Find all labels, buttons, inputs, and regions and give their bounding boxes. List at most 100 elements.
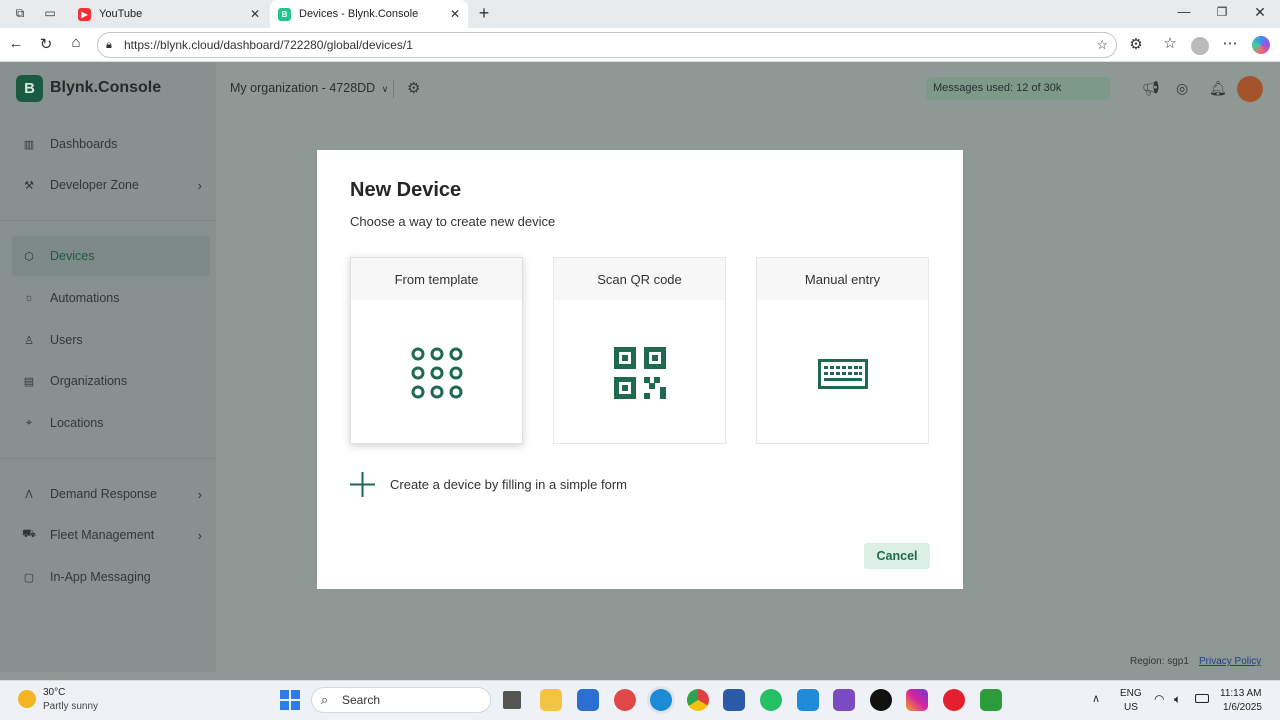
megaphone-icon[interactable]: 📢︎ [1142,80,1160,97]
truck-icon: ⛟ [22,528,36,540]
refresh-icon[interactable]: ↻ [36,35,56,53]
cancel-button[interactable]: Cancel [864,543,930,569]
tab-devices[interactable]: B Devices - Blynk.Console ✕ [270,0,468,28]
new-tab-icon[interactable]: + [474,3,494,24]
profile-avatar[interactable] [1191,37,1209,55]
sidebar-item-label: Fleet Management [50,528,155,542]
organization-selector[interactable]: My organization - 4728DD ∨ [230,81,388,95]
option-from-template[interactable]: From template [350,257,523,444]
extensions-icon[interactable]: ⚙ [1126,35,1146,53]
volume-icon[interactable]: 🔈︎ [1174,692,1181,707]
user-avatar[interactable] [1237,76,1263,102]
sidebar-item-label: Dashboards [50,137,118,151]
template-grid-icon [411,347,463,399]
favorite-star-icon[interactable]: ☆ [1096,33,1108,57]
bell-icon[interactable]: 🔔︎ [1209,80,1227,97]
instagram-icon[interactable] [906,689,928,711]
create-by-form-link[interactable]: Create a device by filling in a simple f… [349,471,649,497]
copilot-icon[interactable] [1252,36,1270,54]
sidebar-item-organizations[interactable]: ▤ Organizations [22,371,202,391]
file-explorer-icon[interactable] [540,689,562,711]
battery-icon[interactable] [1195,694,1209,703]
brand-name: Blynk.Console [50,79,162,96]
address-bar[interactable]: 🔒︎ https://blynk.cloud/dashboard/722280/… [97,32,1117,58]
sidebar-item-users[interactable]: ♙ Users [22,330,202,350]
close-window-icon[interactable]: ✕ [1250,4,1270,21]
sidebar-item-label: Devices [50,249,95,263]
chevron-right-icon: › [197,177,202,193]
sidebar-item-demand-response[interactable]: ᐱ Demand Response › [22,484,202,504]
close-tab-icon[interactable]: ✕ [250,7,260,21]
chrome-icon[interactable] [687,689,709,711]
privacy-policy-link[interactable]: Privacy Policy [1199,656,1261,667]
language-secondary: US [1124,702,1138,713]
weather-sun-icon[interactable] [18,690,36,708]
windows-start-icon[interactable] [280,690,300,710]
option-scan-qr-code[interactable]: Scan QR code [553,257,726,444]
whatsapp-icon[interactable] [760,689,782,711]
sidebar-item-developer-zone[interactable]: ⚒ Developer Zone › [22,175,202,195]
sidebar-item-automations[interactable]: ☼ Automations [22,288,202,308]
chart-icon: ▥ [23,138,35,151]
create-by-form-text: Create a device by filling in a simple f… [390,476,627,492]
url-text: https://blynk.cloud/dashboard/722280/glo… [124,38,413,52]
sidebar-divider [0,458,216,459]
organization-name: My organization - 4728DD [230,81,376,95]
blynk-logo: B [16,75,43,102]
sidebar-item-dashboards[interactable]: ▥ Dashboards [22,134,202,154]
sidebar-item-in-app-messaging[interactable]: ▢ In-App Messaging [22,567,202,587]
store-icon[interactable] [577,689,599,711]
weather-temp: 30°C [43,687,66,698]
sidebar-item-label: Users [50,333,83,347]
xbox-icon[interactable] [980,689,1002,711]
messages-usage-text: Messages used: 12 of 30k [933,82,1062,94]
app-icon[interactable] [614,689,636,711]
option-label: From template [351,258,522,300]
search-icon: ⌕ [321,692,329,707]
plus-icon [350,471,375,497]
tab-actions-icon[interactable]: ▭ [40,6,60,20]
chevron-up-icon[interactable]: ∧ [1092,692,1100,705]
favorites-icon[interactable]: ☆ [1160,34,1180,52]
back-icon[interactable]: ← [6,35,26,52]
home-icon[interactable]: ⌂ [66,34,86,51]
task-view-icon[interactable] [503,691,521,709]
qr-code-icon [614,347,666,399]
minimize-icon[interactable]: — [1174,4,1194,19]
sun-icon: ☼ [23,292,35,304]
youtube-icon: ▶ [78,7,91,21]
cube-icon: ⬡ [24,250,34,263]
more-icon[interactable]: ⋯ [1220,34,1240,52]
keyboard-icon [818,359,868,389]
pin-icon: ⌖ [25,416,33,429]
sidebar-item-locations[interactable]: ⌖ Locations [22,413,202,433]
sidebar-item-label: Demand Response [50,487,158,501]
opera-icon[interactable] [943,689,965,711]
sidebar-item-label: Automations [50,291,120,305]
vscode-icon[interactable] [797,689,819,711]
user-icon: ♙ [24,334,34,347]
language-primary[interactable]: ENG [1120,688,1142,699]
building-icon: ▤ [23,375,35,388]
sidebar-item-fleet-management[interactable]: ⛟ Fleet Management › [22,525,202,545]
sidebar-item-devices[interactable]: ⬡ Devices [12,236,210,276]
restore-icon[interactable]: ❐ [1212,5,1232,19]
app-icon[interactable] [723,689,745,711]
chevron-down-icon: ∨ [381,84,389,94]
edge-icon[interactable] [650,689,672,711]
tab-youtube[interactable]: ▶ YouTube ✕ [70,0,268,28]
clock-date: 1/6/2025 [1223,702,1262,713]
visual-studio-icon[interactable] [833,689,855,711]
settings-gear-icon[interactable]: ⚙ [407,79,420,97]
sidebar-item-label: Organizations [50,374,128,388]
close-tab-icon[interactable]: ✕ [450,7,460,21]
wifi-icon[interactable]: ◠ [1154,692,1164,706]
option-manual-entry[interactable]: Manual entry [756,257,929,444]
response-icon: ᐱ [25,488,33,501]
clock-time[interactable]: 11:13 AM [1220,688,1262,699]
tiktok-icon[interactable] [870,689,892,711]
workspaces-icon[interactable]: ⧉ [10,6,30,21]
taskbar-search[interactable]: ⌕ Search [311,687,491,713]
tab-strip: ⧉ ▭ ▶ YouTube ✕ B Devices - Blynk.Consol… [0,0,1280,28]
help-icon[interactable]: ◎ [1176,80,1188,97]
